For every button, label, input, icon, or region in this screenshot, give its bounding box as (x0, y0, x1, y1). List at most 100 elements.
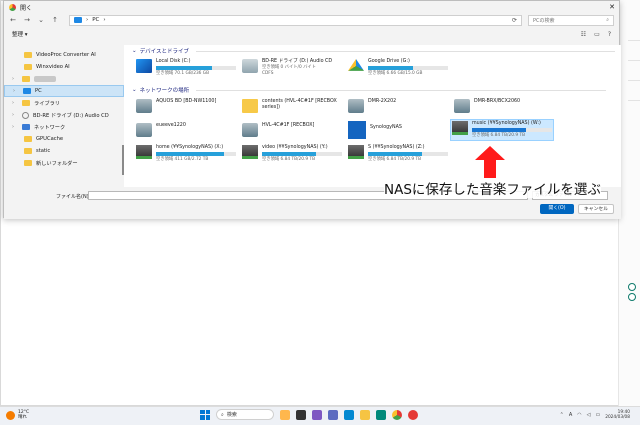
network-tile-recbox[interactable]: HVL-4C#1F [RECBOX] (242, 123, 314, 137)
wifi-icon[interactable]: ◠ (577, 412, 581, 418)
edge-icon[interactable] (344, 409, 354, 420)
file-explorer-icon[interactable] (360, 409, 370, 420)
taskbar-search-label: 検索 (226, 412, 237, 418)
section-title: ネットワークの場所 (139, 88, 190, 94)
battery-icon[interactable]: ▭ (595, 412, 600, 418)
refresh-icon[interactable]: ⟳ (512, 17, 517, 24)
nav-item-gpucache[interactable]: GPUCache (4, 133, 124, 145)
network-tile-home[interactable]: home (¥¥SynologyNAS) (X:) 空き領域 411 GB/2.… (136, 145, 236, 163)
nav-item-bd-drive[interactable]: › BD-RE ドライブ (D:) Audio CD (4, 109, 124, 121)
open-button[interactable]: 開く(O) (540, 204, 574, 214)
section-title: デバイスとドライブ (139, 49, 189, 55)
nav-item-new-folder[interactable]: 新しいフォルダー (4, 157, 124, 169)
drive-usage-fill (472, 128, 526, 132)
clock[interactable]: 19:40 2024/03/08 (605, 410, 630, 420)
search-placeholder: PCの検索 (533, 17, 555, 24)
network-tile-dmr2x202[interactable]: DMR-2X202 (348, 99, 396, 113)
widgets-app-icon[interactable] (280, 409, 290, 420)
network-name: S (¥¥SynologyNAS) (Z:) (368, 145, 425, 150)
nav-item-library[interactable]: › ライブラリ (4, 97, 124, 109)
nav-item-label: BD-RE ドライブ (D:) Audio CD (33, 112, 109, 119)
up-arrow-icon[interactable]: ↑ (51, 16, 59, 24)
drive-name: Google Drive (G:) (368, 59, 410, 64)
drive-free-space: 空き領域 6.84 TB/20.9 TB (472, 133, 526, 138)
section-header-network[interactable]: ⌄ ネットワークの場所 (132, 84, 612, 96)
synology-icon (348, 121, 366, 139)
side-panel-button-icon[interactable] (628, 293, 636, 301)
address-bar: ← → ⌄ ↑ › PC › ⟳ PCの検索 ⌕ (4, 13, 619, 27)
forward-arrow-icon[interactable]: → (23, 16, 31, 24)
folder-icon (24, 160, 32, 166)
network-tile-video[interactable]: video (¥¥SynologyNAS) (Y:) 空き領域 6.84 TB/… (242, 145, 342, 163)
drive-tile-g[interactable]: Google Drive (G:) 空き領域 6.66 GB/15.0 GB (348, 59, 448, 77)
search-input[interactable]: PCの検索 ⌕ (528, 14, 614, 26)
drive-tile-d[interactable]: BD-RE ドライブ (D:) Audio CD 空き領域 0 バイト/0 バイ… (242, 59, 332, 77)
side-panel-divider (628, 80, 640, 81)
teams-icon[interactable] (328, 409, 338, 420)
breadcrumb-pc[interactable]: PC (92, 17, 99, 23)
folder-icon (24, 64, 32, 70)
taskbar-search[interactable]: ⌕ 検索 (216, 409, 274, 420)
network-tile-s[interactable]: S (¥¥SynologyNAS) (Z:) 空き領域 6.84 TB/20.9… (348, 145, 448, 163)
chevron-up-icon[interactable]: ⌃ (560, 412, 564, 418)
folder-icon (24, 52, 32, 58)
nav-item-network[interactable]: › ネットワーク (4, 121, 124, 133)
side-panel-button-icon[interactable] (628, 283, 636, 291)
drive-tile-c[interactable]: Local Disk (C:) 空き領域 70.1 GB/236 GB (136, 59, 236, 77)
network-tile-music[interactable]: music (¥¥SynologyNAS) (W:) 空き領域 6.84 TB/… (450, 119, 554, 141)
network-tile-synologynas[interactable]: SynologyNAS (348, 121, 402, 139)
chevron-right-icon[interactable]: › (12, 112, 18, 118)
network-tile-contents[interactable]: contents (HVL-4C#1F [RECBOX series]) (242, 99, 337, 113)
network-name: DMR-2X202 (368, 99, 397, 104)
cancel-button[interactable]: キャンセル (578, 204, 614, 214)
app-red-icon[interactable] (408, 409, 418, 420)
network-drive-icon (348, 145, 364, 159)
network-name: music (¥¥SynologyNAS) (W:) (472, 121, 541, 126)
network-tile-eueeve[interactable]: eueeve1220 (136, 123, 186, 137)
system-tray: ⌃ A ◠ ◁ ▭ 19:40 2024/03/08 (560, 410, 630, 420)
chevron-down-icon[interactable]: ⌄ (37, 16, 45, 24)
weather-widget[interactable]: 12°C 晴れ (6, 410, 29, 420)
nav-item-label: VideoProc Converter AI (36, 52, 96, 58)
network-name-cont: series]) (262, 105, 280, 110)
chevron-right-icon[interactable]: › (13, 88, 19, 94)
view-options-icon[interactable]: ☷ (581, 31, 586, 38)
annotation-caption: NASに保存した音楽ファイルを選ぶ (384, 178, 601, 198)
windows-start-icon[interactable] (200, 409, 210, 420)
speaker-icon[interactable]: ◁ (587, 412, 591, 418)
nav-item-user-folder[interactable]: › (4, 73, 124, 85)
network-name: DMR-BRX/BCX2060 (474, 99, 521, 104)
taskbar-apps: ⌕ 検索 (200, 409, 418, 420)
back-arrow-icon[interactable]: ← (9, 16, 17, 24)
chrome-icon (9, 3, 16, 11)
server-icon (242, 123, 258, 137)
dialog-titlebar: 開く ✕ (4, 1, 619, 13)
nav-item-winxvideo[interactable]: Winxvideo AI (4, 61, 124, 73)
nav-item-static[interactable]: static (4, 145, 124, 157)
chevron-right-icon[interactable]: › (12, 100, 18, 106)
redacted-label (34, 76, 56, 82)
chevron-right-icon[interactable]: › (12, 76, 18, 82)
organize-menu[interactable]: 整理 ▾ (12, 30, 28, 38)
command-bar: 整理 ▾ ☷ ▭ ? (4, 27, 619, 41)
preview-pane-icon[interactable]: ▭ (594, 31, 600, 38)
store-icon[interactable] (376, 409, 386, 420)
weather-desc: 晴れ (18, 415, 27, 420)
network-tile-dmrbrx[interactable]: DMR-BRX/BCX2060 (454, 99, 520, 113)
network-tile-aquos[interactable]: AQUOS BD [BD-NW1100] (136, 99, 216, 113)
breadcrumb-separator: › (86, 17, 89, 23)
help-icon[interactable]: ? (608, 31, 611, 38)
section-header-devices[interactable]: ⌄ デバイスとドライブ (132, 45, 621, 57)
network-drive-icon (242, 145, 258, 159)
copilot-icon[interactable] (312, 409, 322, 420)
nav-item-videoproc[interactable]: VideoProc Converter AI (4, 49, 124, 61)
network-name: home (¥¥SynologyNAS) (X:) (156, 145, 224, 150)
task-view-icon[interactable] (296, 409, 306, 420)
nav-item-pc[interactable]: › PC (4, 85, 124, 97)
chrome-icon[interactable] (392, 409, 402, 420)
close-button[interactable]: ✕ (605, 3, 619, 11)
chevron-right-icon[interactable]: › (12, 124, 18, 130)
path-breadcrumb[interactable]: › PC › ⟳ (69, 14, 522, 26)
input-language[interactable]: A (569, 412, 572, 418)
network-drive-icon (452, 121, 468, 135)
